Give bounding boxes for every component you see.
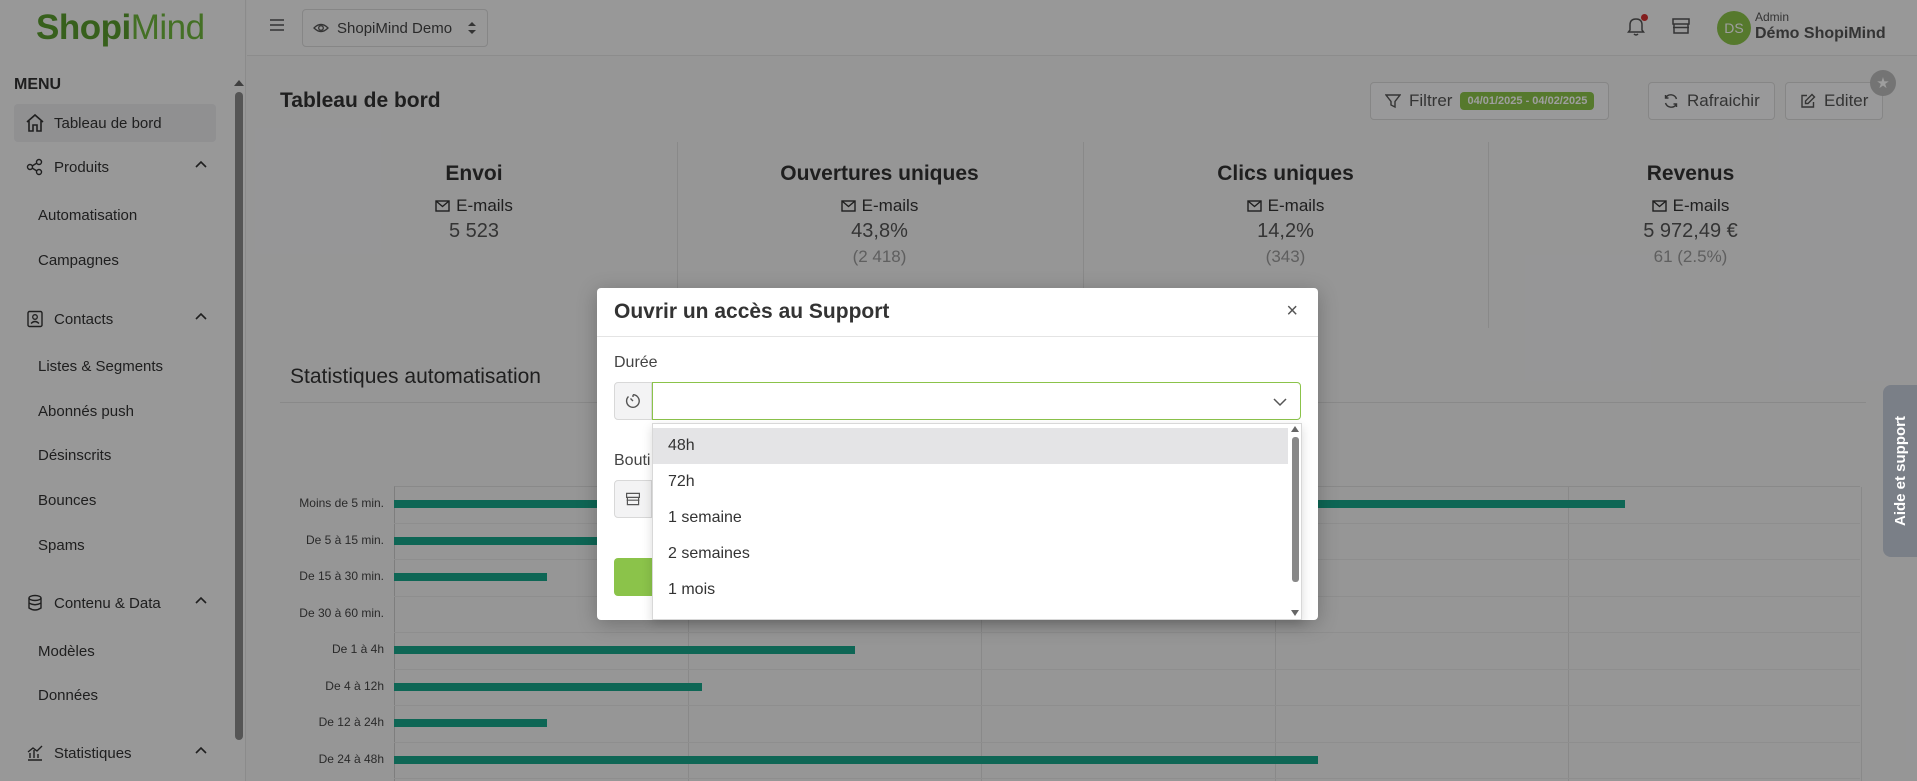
option-2-semaines[interactable]: 2 semaines: [653, 536, 1288, 572]
option-1-semaine[interactable]: 1 semaine: [653, 500, 1288, 536]
duree-label: Durée: [614, 354, 658, 371]
help-support-tab[interactable]: Aide et support: [1883, 385, 1917, 557]
help-support-label: Aide et support: [1891, 415, 1909, 526]
duree-dropdown: 48h 72h 1 semaine 2 semaines 1 mois: [652, 423, 1302, 620]
duree-select[interactable]: [652, 382, 1301, 420]
store-icon: [614, 480, 652, 518]
dropdown-scroll-down[interactable]: [1291, 610, 1299, 616]
dropdown-scrollbar[interactable]: [1292, 437, 1299, 582]
clock-icon: [614, 382, 652, 420]
modal-divider: [597, 336, 1318, 337]
option-1-mois[interactable]: 1 mois: [653, 572, 1288, 608]
modal-title: Ouvrir un accès au Support: [614, 300, 890, 323]
chevron-down-icon: [1273, 398, 1287, 407]
boutique-label: Bouti: [614, 452, 651, 469]
dropdown-scroll-up[interactable]: [1291, 426, 1299, 432]
option-72h[interactable]: 72h: [653, 464, 1288, 500]
close-icon[interactable]: ×: [1286, 300, 1298, 323]
option-48h[interactable]: 48h: [653, 428, 1288, 464]
